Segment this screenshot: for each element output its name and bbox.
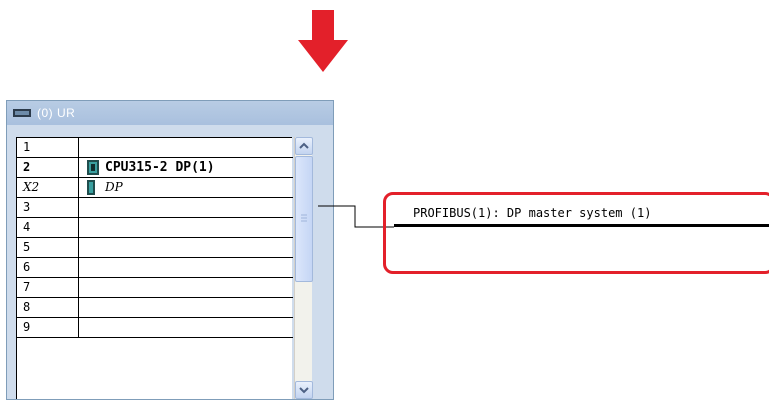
profibus-label: PROFIBUS(1): DP master system (1) <box>413 206 652 220</box>
profibus-bus-line[interactable] <box>394 224 769 227</box>
profibus-highlight <box>383 192 769 274</box>
